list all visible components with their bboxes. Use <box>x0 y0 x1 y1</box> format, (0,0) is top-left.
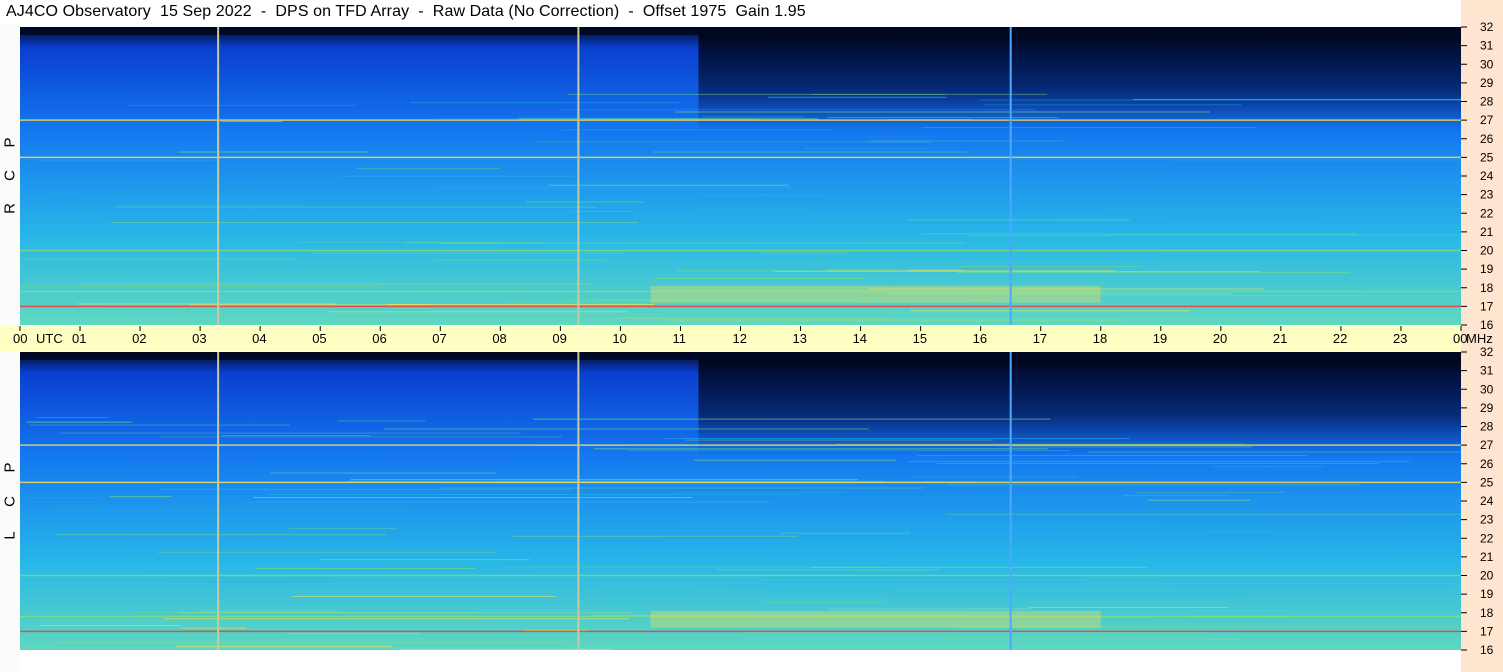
frequency-tick-label: 19 <box>1480 262 1494 276</box>
frequency-tick-label: 19 <box>1480 587 1494 601</box>
absorption-region <box>698 27 1461 132</box>
time-tick-label: 16 <box>973 331 987 346</box>
time-tick-label: 21 <box>1273 331 1287 346</box>
frequency-tick-label: 29 <box>1480 76 1494 90</box>
time-tick-label: 00 <box>1453 331 1467 346</box>
frequency-tick-label: 16 <box>1480 318 1494 332</box>
frequency-tick-label: 21 <box>1480 225 1494 239</box>
time-tick-label: 19 <box>1153 331 1167 346</box>
time-tick-label: 09 <box>552 331 566 346</box>
frequency-tick-label: 17 <box>1480 624 1494 638</box>
time-tick-label: 03 <box>192 331 206 346</box>
time-tick-label: 20 <box>1213 331 1227 346</box>
frequency-tick-label: 18 <box>1480 281 1494 295</box>
time-tick-label: 11 <box>672 331 686 346</box>
time-tick-label: 05 <box>312 331 326 346</box>
time-tick-label: 17 <box>1033 331 1047 346</box>
time-tick-label: 13 <box>793 331 807 346</box>
time-tick-label: 00 <box>13 331 27 346</box>
frequency-tick-label: 31 <box>1480 39 1494 53</box>
frequency-tick-label: 28 <box>1480 95 1494 109</box>
time-tick-label: 08 <box>492 331 506 346</box>
frequency-tick-label: 29 <box>1480 401 1494 415</box>
frequency-tick-label: 32 <box>1480 345 1494 359</box>
time-tick-label: 15 <box>913 331 927 346</box>
frequency-tick-label: 20 <box>1480 244 1494 258</box>
time-tick-label: 06 <box>372 331 386 346</box>
daytime-band <box>650 285 1101 303</box>
frequency-tick-label: 27 <box>1480 438 1494 452</box>
frequency-tick-label: 18 <box>1480 606 1494 620</box>
frequency-tick-label: 31 <box>1480 364 1494 378</box>
frequency-tick-label: 22 <box>1480 531 1494 545</box>
frequency-tick-label: 25 <box>1480 150 1494 164</box>
time-tick-label: 23 <box>1393 331 1407 346</box>
time-tick-label: 10 <box>612 331 626 346</box>
time-tick-label: 22 <box>1333 331 1347 346</box>
frequency-tick-label: 21 <box>1480 550 1494 564</box>
frequency-tick-label: 26 <box>1480 132 1494 146</box>
time-tick-label: 04 <box>252 331 266 346</box>
frequency-tick-label: 26 <box>1480 457 1494 471</box>
daytime-band <box>650 610 1101 628</box>
frequency-tick-label: 23 <box>1480 513 1494 527</box>
frequency-tick-label: 17 <box>1480 299 1494 313</box>
time-tick-label: 02 <box>132 331 146 346</box>
time-tick-label: 12 <box>733 331 747 346</box>
frequency-tick-label: 22 <box>1480 206 1494 220</box>
frequency-tick-label: 16 <box>1480 643 1494 657</box>
top-band <box>20 352 1461 360</box>
time-unit-label: UTC <box>36 331 63 346</box>
frequency-tick-label: 28 <box>1480 420 1494 434</box>
top-band <box>20 27 1461 35</box>
frequency-tick-label: 25 <box>1480 475 1494 489</box>
frequency-tick-label: 23 <box>1480 188 1494 202</box>
frequency-tick-label: 24 <box>1480 169 1494 183</box>
rcp-panel: 16 17 18 19 20 21 22 23 24 25 26 27 28 29 30 31 32 <box>20 20 1494 332</box>
spectrogram-chart: 16 17 18 19 20 21 22 23 24 25 26 27 28 29 30 31 32 16 17 18… <box>13 20 1494 657</box>
time-tick-label: 14 <box>853 331 867 346</box>
frequency-tick-label: 20 <box>1480 569 1494 583</box>
frequency-unit-label: MHz <box>1466 331 1493 346</box>
frequency-tick-label: 30 <box>1480 57 1494 71</box>
time-tick-label: 07 <box>432 331 446 346</box>
frequency-tick-label: 32 <box>1480 20 1494 34</box>
lcp-panel: 16 17 18 19 20 21 22 23 24 25 26 27 28 29 30 31 32 <box>20 345 1494 657</box>
frequency-tick-label: 27 <box>1480 113 1494 127</box>
time-tick-label: 18 <box>1093 331 1107 346</box>
frequency-tick-label: 30 <box>1480 382 1494 396</box>
frequency-tick-label: 24 <box>1480 494 1494 508</box>
time-tick-label: 01 <box>72 331 86 346</box>
